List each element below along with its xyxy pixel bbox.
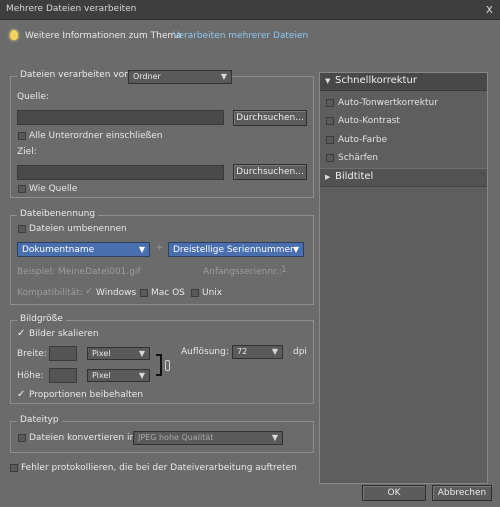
close-icon[interactable]: x — [486, 2, 493, 16]
lightbulb-icon — [10, 30, 18, 40]
start-serial-label: Anfangsseriennr.: — [203, 267, 282, 277]
file-naming-group: Dateibenennung Dateien umbenennen Dokume… — [10, 209, 314, 305]
chevron-down-icon: ▼ — [271, 433, 278, 442]
link-bracket-icon[interactable] — [156, 354, 162, 376]
auto-levels-checkbox[interactable] — [326, 99, 334, 107]
chevron-down-icon: ▼ — [271, 347, 278, 356]
rename-files-label: Dateien umbenennen — [29, 224, 127, 234]
image-size-legend: Bildgröße — [17, 314, 66, 324]
chevron-down-icon: ▼ — [138, 349, 145, 358]
width-input[interactable] — [49, 346, 77, 361]
macos-checkbox[interactable] — [140, 289, 148, 297]
rename-files-checkbox[interactable] — [18, 225, 26, 233]
resize-images-label: Bilder skalieren — [29, 329, 99, 339]
windows-checkbox[interactable]: ✓ — [85, 287, 94, 297]
unix-label: Unix — [202, 288, 223, 298]
image-size-group: Bildgröße ✓ Bilder skalieren Breite: Pix… — [10, 314, 314, 404]
source-type-select[interactable]: Ordner ▼ — [128, 70, 232, 84]
quickfix-item-label: Auto-Tonwertkorrektur — [338, 98, 438, 108]
resize-images-checkbox[interactable]: ✓ — [17, 329, 26, 339]
chevron-down-icon: ▼ — [138, 371, 145, 380]
start-serial-value[interactable]: 1 — [281, 265, 287, 275]
log-errors-label: Fehler protokollieren, die bei der Datei… — [21, 463, 297, 473]
title-bar: Mehrere Dateien verarbeiten x — [0, 0, 500, 20]
triangle-right-icon: ▶ — [325, 173, 331, 181]
auto-color-checkbox[interactable] — [326, 136, 334, 144]
name-select[interactable]: Dokumentname ▼ — [17, 242, 150, 257]
unix-checkbox[interactable] — [191, 289, 199, 297]
dest-label: Ziel: — [17, 147, 37, 157]
chevron-down-icon: ▼ — [292, 245, 299, 254]
height-unit-select[interactable]: Pixel ▼ — [87, 369, 150, 382]
quickfix-item-label: Auto-Kontrast — [338, 116, 400, 126]
file-type-group: Dateityp Dateien konvertieren in: JPEG h… — [10, 415, 314, 453]
dest-input[interactable] — [17, 165, 224, 180]
convert-files-checkbox[interactable] — [18, 434, 26, 442]
compat-label: Kompatibilität: — [17, 288, 83, 298]
serial-select[interactable]: Dreistellige Seriennummer ▼ — [168, 242, 304, 257]
process-files-group: Dateien verarbeiten von: Ordner ▼ Quelle… — [10, 70, 314, 198]
chevron-down-icon: ▼ — [138, 245, 145, 254]
height-label: Höhe: — [17, 371, 44, 381]
file-type-legend: Dateityp — [17, 415, 62, 425]
format-select[interactable]: JPEG hohe Qualität ▼ — [133, 431, 283, 445]
quickfix-panel: ▼ Schnellkorrektur Auto-Tonwertkorrektur… — [319, 72, 488, 484]
source-label: Quelle: — [17, 92, 49, 102]
quickfix-item-label: Auto-Farbe — [338, 135, 388, 145]
resolution-select[interactable]: 72 ▼ — [232, 345, 283, 359]
macos-label: Mac OS — [151, 288, 185, 298]
chain-link-icon — [165, 360, 170, 371]
include-subfolders-label: Alle Unterordner einschließen — [29, 131, 163, 141]
triangle-down-icon: ▼ — [325, 77, 331, 85]
quickfix-header[interactable]: ▼ Schnellkorrektur — [320, 73, 487, 91]
process-files-legend: Dateien verarbeiten von: — [17, 70, 136, 80]
labels-header[interactable]: ▶ Bildtitel — [320, 168, 487, 187]
window-title: Mehrere Dateien verarbeiten — [6, 4, 137, 14]
help-text: Weitere Informationen zum Thema — [25, 31, 182, 41]
cancel-button[interactable]: Abbrechen — [432, 485, 492, 501]
browse-dest-button[interactable]: Durchsuchen... — [233, 164, 307, 180]
dpi-label: dpi — [293, 347, 307, 357]
include-subfolders-checkbox[interactable] — [18, 132, 26, 140]
browse-source-button[interactable]: Durchsuchen... — [233, 110, 307, 126]
quickfix-item-label: Schärfen — [338, 153, 378, 163]
ok-button[interactable]: OK — [362, 485, 426, 501]
height-unit-value: Pixel — [92, 371, 111, 380]
file-naming-legend: Dateibenennung — [17, 209, 99, 219]
width-unit-select[interactable]: Pixel ▼ — [87, 347, 150, 360]
resolution-label: Auflösung: — [181, 347, 229, 357]
plus-sign: + — [156, 243, 164, 253]
same-as-source-label: Wie Quelle — [29, 184, 78, 194]
height-input[interactable] — [49, 368, 77, 383]
auto-contrast-checkbox[interactable] — [326, 117, 334, 125]
same-as-source-checkbox[interactable] — [18, 185, 26, 193]
source-input[interactable] — [17, 110, 224, 125]
width-unit-value: Pixel — [92, 349, 111, 358]
width-label: Breite: — [17, 349, 47, 359]
convert-files-label: Dateien konvertieren in: — [29, 433, 139, 443]
help-link[interactable]: Verarbeiten mehrerer Dateien — [173, 31, 308, 41]
example-label: Beispiel: MeineDatei001.gif — [17, 267, 141, 277]
chevron-down-icon: ▼ — [220, 72, 227, 81]
format-select-value: JPEG hohe Qualität — [138, 433, 214, 442]
windows-label: Windows — [96, 288, 137, 298]
constrain-proportions-checkbox[interactable]: ✓ — [17, 390, 26, 400]
source-type-value: Ordner — [133, 72, 161, 81]
constrain-proportions-label: Proportionen beibehalten — [29, 390, 144, 400]
serial-select-value: Dreistellige Seriennummer — [173, 245, 294, 255]
log-errors-checkbox[interactable] — [10, 464, 18, 472]
resolution-value: 72 — [237, 347, 248, 356]
name-select-value: Dokumentname — [22, 245, 95, 255]
labels-title: Bildtitel — [335, 171, 374, 182]
quickfix-title: Schnellkorrektur — [335, 75, 417, 86]
sharpen-checkbox[interactable] — [326, 154, 334, 162]
